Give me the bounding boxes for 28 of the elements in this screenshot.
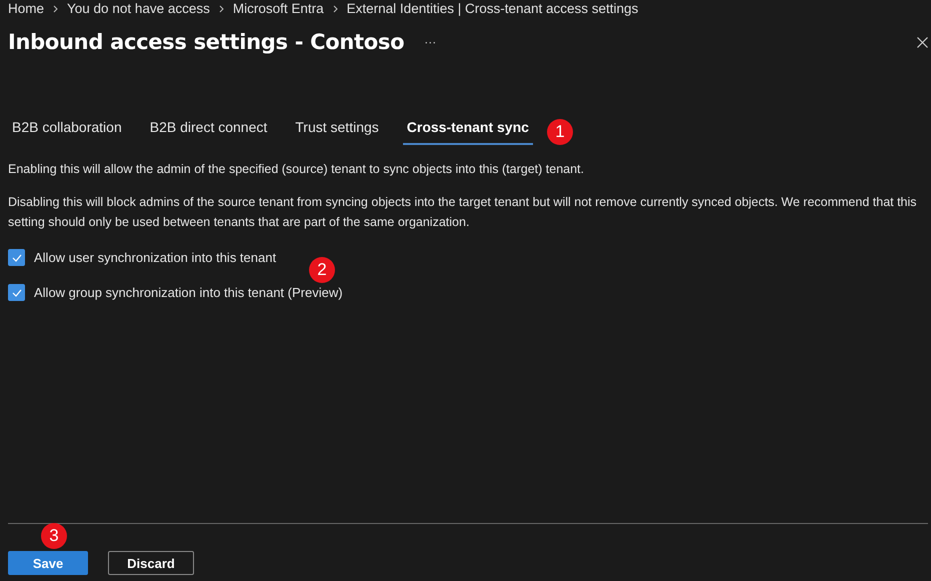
discard-button[interactable]: Discard <box>108 551 194 575</box>
checkmark-icon <box>12 254 22 262</box>
more-button[interactable]: ··· <box>424 35 436 49</box>
checkbox-label: Allow user synchronization into this tenant <box>34 250 276 265</box>
description-text: Enabling this will allow the admin of the specified (source) tenant to sync objects into this (target) tenant. <box>8 161 585 178</box>
breadcrumb-link[interactable]: External Identities | Cross-tenant access settings <box>346 1 638 16</box>
breadcrumb-link[interactable]: Microsoft Entra <box>232 1 324 16</box>
tab[interactable]: B2B collaboration <box>8 113 126 145</box>
chevron-right-icon <box>218 4 224 12</box>
close-icon <box>917 36 928 48</box>
step-number-badge: 1 <box>546 119 573 145</box>
checkbox-label: Allow group synchronization into this tenant (Preview) <box>34 285 343 300</box>
step-number-badge: 2 <box>309 257 335 283</box>
description-text: Disabling this will block admins of the source tenant from syncing objects into the target tenant but will not remove currently synced objects. We recommend that this setting should only be used between tenants that are part of the same organization. <box>8 194 918 231</box>
close-button[interactable] <box>917 36 928 48</box>
breadcrumb-link[interactable]: You do not have access <box>67 1 210 16</box>
checkbox[interactable] <box>8 284 25 301</box>
tab[interactable]: Cross-tenant sync <box>402 113 533 145</box>
chevron-right-icon <box>53 4 58 12</box>
checkbox[interactable] <box>8 249 25 266</box>
checkmark-icon <box>12 288 22 296</box>
save-button[interactable]: Save <box>8 551 88 575</box>
tab[interactable]: Trust settings <box>291 113 383 145</box>
page-title: Inbound access settings - Contoso <box>8 30 404 54</box>
chevron-right-icon <box>332 4 338 12</box>
tab[interactable]: B2B direct connect <box>146 113 272 145</box>
step-number-badge: 3 <box>41 523 67 549</box>
breadcrumb-link[interactable]: Home <box>8 1 44 16</box>
